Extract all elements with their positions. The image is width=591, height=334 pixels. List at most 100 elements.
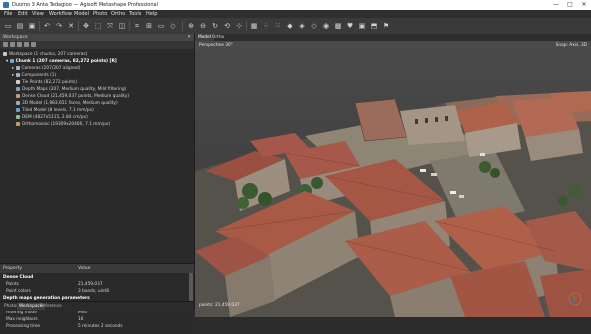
- undo-icon[interactable]: ↶: [42, 21, 52, 31]
- toolbar-separator: [39, 21, 40, 31]
- menu-workflow[interactable]: Workflow: [49, 11, 72, 17]
- value-column-header: Value: [78, 266, 91, 271]
- workspace-panel-header: Workspace ✕: [0, 34, 194, 41]
- window-title: Duomo 3 Anta Tedagioo — Agisoft Metashap…: [12, 2, 158, 8]
- add-chunk-icon[interactable]: [3, 42, 8, 47]
- model-shaded-icon[interactable]: ◆: [285, 21, 295, 31]
- dem-icon[interactable]: ♥: [345, 21, 355, 31]
- property-row: Max neighbors 16: [6, 317, 84, 322]
- toolbar-separator: [246, 21, 247, 31]
- tree-item-orthomosaic[interactable]: Orthomosaic (19309x20460, 7.1 mm/px): [16, 121, 110, 128]
- ruler-icon[interactable]: ▭: [156, 21, 166, 31]
- menu-bar: File Edit View Workflow Model Photo Orth…: [0, 10, 591, 18]
- shape-icon[interactable]: ◇: [168, 21, 178, 31]
- redo-icon[interactable]: ↷: [54, 21, 64, 31]
- show-markers-icon[interactable]: ⚑: [381, 21, 391, 31]
- model-wireframe-icon[interactable]: ◇: [309, 21, 319, 31]
- add-photos-icon[interactable]: [10, 42, 15, 47]
- chunk-icon: [9, 58, 14, 63]
- cameras-icon: [15, 65, 20, 70]
- workspace-panel-title: Workspace: [3, 35, 28, 40]
- menu-help[interactable]: Help: [146, 11, 157, 17]
- tree-item-dense-cloud[interactable]: Dense Cloud (21,459,037 points, Medium q…: [16, 93, 129, 100]
- points-count-label: points: 21,459,037: [199, 303, 240, 308]
- app-icon: [3, 2, 9, 8]
- model-textured-icon[interactable]: ◉: [321, 21, 331, 31]
- workspace-panel: Workspace ✕ Workspace (1 chunks, 207 cam…: [0, 34, 195, 334]
- filter-icon[interactable]: ⊞: [144, 21, 154, 31]
- tree-item-dem[interactable]: DEM (4827x5115, 2.84 cm/px): [16, 114, 88, 121]
- tree-item-3d-model[interactable]: 3D Model (1,983,651 faces, Medium qualit…: [16, 100, 118, 107]
- components-icon: [15, 72, 20, 77]
- tab-ortho[interactable]: Ortho: [209, 34, 227, 41]
- dense-cloud-icon: [16, 93, 20, 98]
- menu-view[interactable]: View: [32, 11, 44, 17]
- menu-model[interactable]: Model: [74, 11, 89, 17]
- workspace-icon: [3, 51, 7, 56]
- workspace-toolbar: [0, 41, 194, 49]
- move-object-icon[interactable]: ⤧: [105, 21, 115, 31]
- show-region-icon[interactable]: ⬒: [369, 21, 379, 31]
- menu-ortho[interactable]: Ortho: [111, 11, 125, 17]
- close-icon[interactable]: ✕: [187, 34, 191, 41]
- projection-label: Perspective 30°: [199, 43, 233, 48]
- view-options-icon[interactable]: [31, 42, 36, 47]
- tree-item-depth-maps[interactable]: Depth Maps (207, Medium quality, Mild fi…: [16, 86, 126, 93]
- resize-region-icon[interactable]: ◫: [117, 21, 127, 31]
- property-row: Points 21,459,037: [6, 282, 103, 287]
- navigation-icon[interactable]: ✥: [81, 21, 91, 31]
- properties-header: Property Value: [0, 264, 194, 273]
- model-solid-icon[interactable]: ◈: [297, 21, 307, 31]
- dense-cloud-icon[interactable]: ⁙: [273, 21, 283, 31]
- zoom-out-icon[interactable]: ⊖: [198, 21, 208, 31]
- orthomosaic-icon[interactable]: ▣: [357, 21, 367, 31]
- close-button[interactable]: ✕: [577, 0, 591, 10]
- toolbar-separator: [78, 21, 79, 31]
- tiled-model-icon: [16, 107, 20, 112]
- tiled-model-icon[interactable]: ▩: [333, 21, 343, 31]
- property-column-header: Property: [3, 266, 23, 271]
- tree-item-chunk[interactable]: ▾ Chunk 1 (207 cameras, 82,272 points) […: [6, 58, 117, 65]
- tree-item-cameras[interactable]: ▸ Cameras (207/207 aligned): [12, 65, 80, 72]
- cameras-show-icon[interactable]: ▦: [249, 21, 259, 31]
- model-render: [195, 41, 591, 317]
- menu-file[interactable]: File: [4, 11, 12, 17]
- rotate-icon[interactable]: ↻: [210, 21, 220, 31]
- main-toolbar: ▭ ▤ ▣ ↶ ↷ ✕ ✥ ⬚ ⤧ ◫ ⌗ ⊞ ▭ ◇ ⊕ ⊖ ↻ ⟲ ⊹ ▦ …: [0, 18, 591, 35]
- dem-icon: [16, 114, 20, 119]
- reset-view-icon[interactable]: ⟲: [222, 21, 232, 31]
- title-bar: Duomo 3 Anta Tedagioo — Agisoft Metashap…: [0, 0, 591, 10]
- property-group: Dense Cloud: [3, 275, 34, 280]
- tree-item-tiled-model[interactable]: Tiled Model (8 levels, 7.1 mm/px): [16, 107, 94, 114]
- delete-icon[interactable]: ✕: [66, 21, 76, 31]
- tree-item-tie-points[interactable]: Tie Points (82,272 points): [16, 79, 77, 86]
- menu-photo[interactable]: Photo: [93, 11, 107, 17]
- grid-icon[interactable]: ⊹: [234, 21, 244, 31]
- zoom-in-icon[interactable]: ⊕: [186, 21, 196, 31]
- tie-points-icon[interactable]: ⁘: [261, 21, 271, 31]
- tree-item-workspace[interactable]: Workspace (1 chunks, 207 cameras): [3, 51, 87, 58]
- model-icon: [16, 100, 20, 105]
- maximize-button[interactable]: □: [563, 0, 577, 10]
- snap-label: Snap: Axis, 3D: [555, 43, 587, 48]
- bottom-tabs: Photos Workspace Reference: [0, 301, 194, 311]
- crop-icon[interactable]: ⌗: [132, 21, 142, 31]
- open-icon[interactable]: ▤: [15, 21, 25, 31]
- new-project-icon[interactable]: ▭: [3, 21, 13, 31]
- view-tabs: Model Ortho: [195, 34, 591, 41]
- workspace-tree: Workspace (1 chunks, 207 cameras) ▾ Chun…: [0, 49, 194, 263]
- toolbar-separator: [182, 21, 183, 31]
- model-viewport[interactable]: Perspective 30° Snap: Axis, 3D points: 2…: [195, 41, 591, 317]
- add-folder-icon[interactable]: [17, 42, 22, 47]
- properties-panel: Property Value Dense Cloud Points 21,459,…: [0, 263, 194, 334]
- rectangle-selection-icon[interactable]: ⬚: [93, 21, 103, 31]
- menu-edit[interactable]: Edit: [18, 11, 28, 17]
- tie-points-icon: [16, 79, 20, 84]
- orthomosaic-icon: [16, 121, 20, 126]
- remove-item-icon[interactable]: [24, 42, 29, 47]
- menu-tools[interactable]: Tools: [129, 11, 141, 17]
- tab-reference[interactable]: Reference: [38, 303, 64, 310]
- minimize-button[interactable]: —: [549, 0, 563, 10]
- tree-item-components[interactable]: ▸ Components (1): [12, 72, 56, 79]
- save-icon[interactable]: ▣: [27, 21, 37, 31]
